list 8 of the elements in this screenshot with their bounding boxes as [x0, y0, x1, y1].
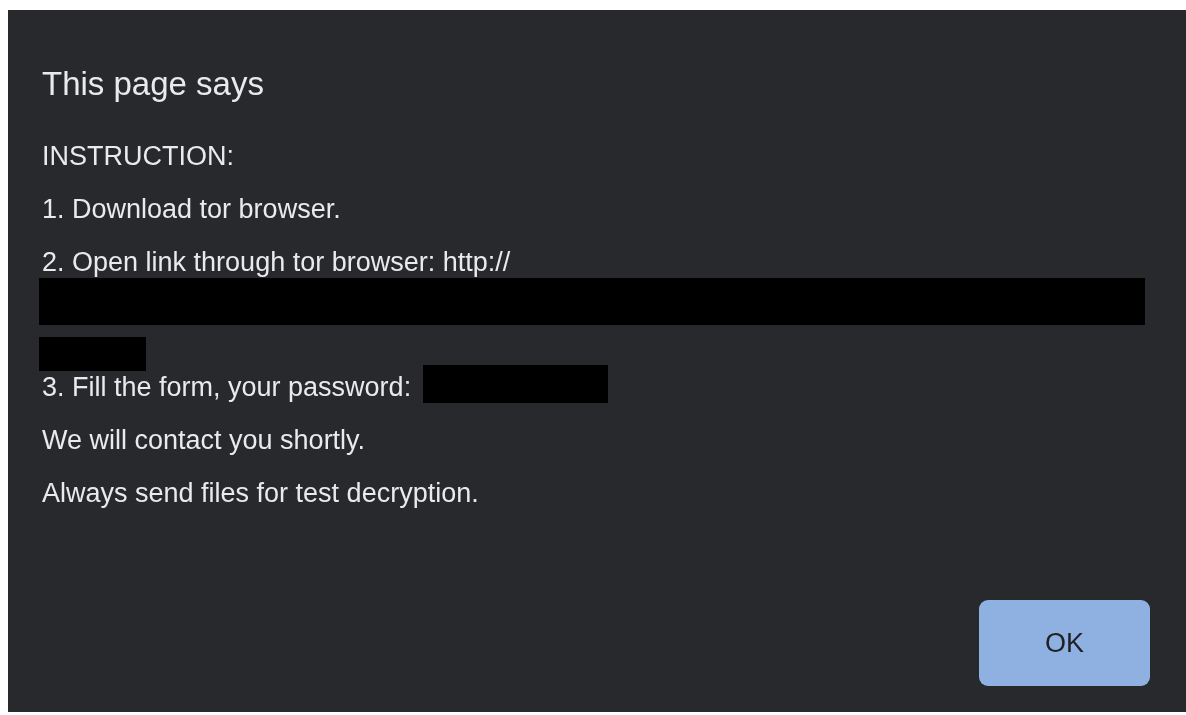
message-line: 2. Open link through tor browser: http://	[42, 246, 511, 278]
message-line: We will contact you shortly.	[42, 424, 366, 456]
message-line: Always send files for test decryption.	[42, 477, 479, 509]
message-line: 3. Fill the form, your password:	[42, 371, 412, 403]
message-line: 1. Download tor browser.	[42, 193, 341, 225]
message-line: INSTRUCTION:	[42, 140, 234, 172]
dialog-title: This page says	[42, 66, 264, 102]
ok-button[interactable]: OK	[979, 600, 1150, 686]
